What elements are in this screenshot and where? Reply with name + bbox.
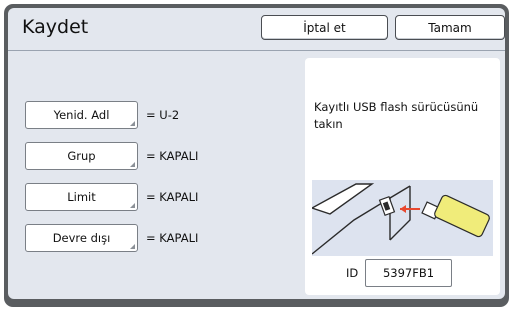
rename-button-label: Yenid. Adl: [53, 108, 110, 122]
corner-indicator-icon: [130, 162, 135, 167]
page-title: Kaydet: [22, 16, 89, 38]
disable-value: = KAPALI: [146, 231, 199, 245]
header-bar: Kaydet İptal et Tamam: [8, 8, 505, 51]
corner-indicator-icon: [130, 121, 135, 126]
group-value: = KAPALI: [146, 149, 199, 163]
limit-button-label: Limit: [67, 190, 96, 204]
usb-insert-illustration-icon: [312, 180, 493, 256]
usb-panel: Kayıtlı USB flash sürücüsünü takın ID 53…: [305, 58, 500, 295]
id-field[interactable]: 5397FB1: [365, 259, 452, 287]
corner-indicator-icon: [130, 244, 135, 249]
limit-value: = KAPALI: [146, 190, 199, 204]
screen: Kaydet İptal et Tamam Yenid. Adl = U-2 G…: [0, 0, 515, 313]
disable-button[interactable]: Devre dışı: [25, 224, 138, 252]
group-button[interactable]: Grup: [25, 142, 138, 170]
rename-button[interactable]: Yenid. Adl: [25, 101, 138, 129]
group-button-label: Grup: [67, 149, 96, 163]
ok-button[interactable]: Tamam: [395, 15, 505, 40]
limit-button[interactable]: Limit: [25, 183, 138, 211]
disable-button-label: Devre dışı: [52, 231, 111, 245]
corner-indicator-icon: [130, 203, 135, 208]
id-label: ID: [346, 266, 359, 280]
cancel-button[interactable]: İptal et: [261, 15, 388, 40]
rename-value: = U-2: [146, 108, 180, 122]
usb-instruction-text: Kayıtlı USB flash sürücüsünü takın: [314, 100, 479, 131]
content-area: Yenid. Adl = U-2 Grup = KAPALI Limit = K…: [8, 51, 505, 299]
